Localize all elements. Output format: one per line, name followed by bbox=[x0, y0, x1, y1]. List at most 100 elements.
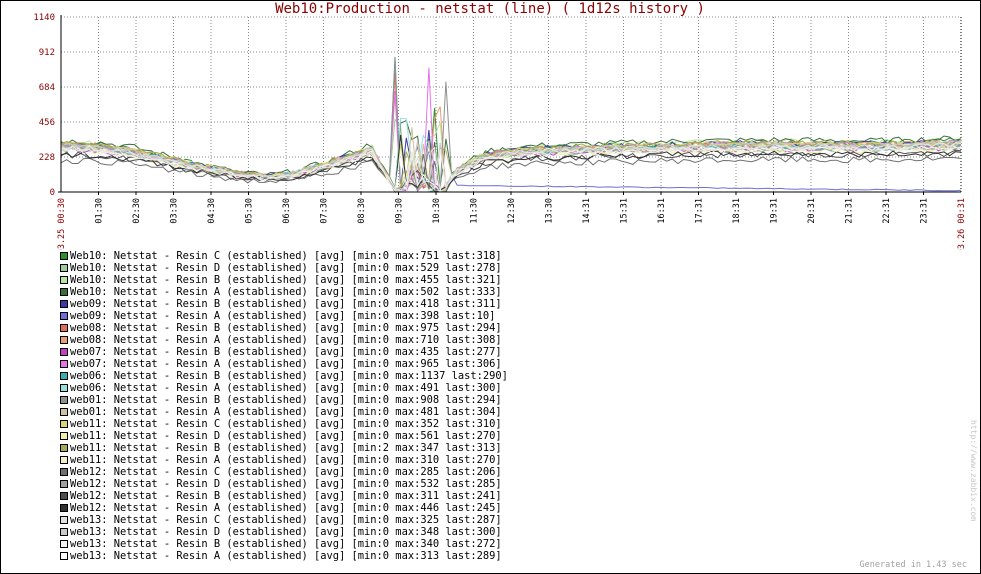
legend-series-name: web13: Netstat - Resin B (established) [… bbox=[70, 538, 346, 550]
legend-swatch bbox=[60, 492, 68, 500]
legend-series-stats: [min:0 max:340 last:272] bbox=[345, 538, 502, 550]
legend-item: web11: Netstat - Resin B (established) [… bbox=[60, 442, 508, 454]
legend-series-name: web07: Netstat - Resin B (established) [… bbox=[70, 346, 346, 358]
legend-series-name: web09: Netstat - Resin B (established) [… bbox=[70, 298, 346, 310]
legend-swatch bbox=[60, 552, 68, 560]
legend-series-name: web13: Netstat - Resin D (established) [… bbox=[70, 526, 346, 538]
legend-series-name: web06: Netstat - Resin B (established) [… bbox=[70, 370, 346, 382]
legend-series-stats: [min:0 max:561 last:270] bbox=[345, 430, 502, 442]
legend-item: web07: Netstat - Resin A (established) [… bbox=[60, 358, 508, 370]
legend-series-name: web11: Netstat - Resin D (established) [… bbox=[70, 430, 346, 442]
x-tick-label: 09:30 bbox=[395, 198, 405, 224]
legend-swatch bbox=[60, 348, 68, 356]
legend-series-stats: [min:0 max:455 last:321] bbox=[345, 274, 502, 286]
legend-series-stats: [min:0 max:435 last:277] bbox=[345, 346, 502, 358]
legend-item: Web10: Netstat - Resin A (established) [… bbox=[60, 286, 508, 298]
legend-series-stats: [min:0 max:491 last:300] bbox=[345, 382, 502, 394]
chart-title: Web10:Production - netstat (line) ( 1d12… bbox=[275, 1, 705, 17]
legend-swatch bbox=[60, 432, 68, 440]
legend-item: web13: Netstat - Resin B (established) [… bbox=[60, 538, 508, 550]
x-tick-label: 18:31 bbox=[732, 198, 742, 224]
legend-series-name: web11: Netstat - Resin B (established) [… bbox=[70, 442, 346, 454]
legend: Web10: Netstat - Resin C (established) [… bbox=[60, 250, 508, 562]
legend-item: Web10: Netstat - Resin C (established) [… bbox=[60, 250, 508, 262]
legend-series-stats: [min:0 max:529 last:278] bbox=[345, 262, 502, 274]
legend-item: web07: Netstat - Resin B (established) [… bbox=[60, 346, 508, 358]
y-axis-ticks: 0 228 456 684 912 1140 bbox=[33, 13, 55, 198]
legend-item: Web10: Netstat - Resin D (established) [… bbox=[60, 262, 508, 274]
legend-series-name: web11: Netstat - Resin A (established) [… bbox=[70, 454, 346, 466]
x-range-label: 03.26 00:31 bbox=[957, 198, 967, 250]
legend-item: web01: Netstat - Resin B (established) [… bbox=[60, 394, 508, 406]
legend-swatch bbox=[60, 336, 68, 344]
x-tick-label: 23:31 bbox=[920, 198, 930, 224]
x-tick-label: 02:30 bbox=[132, 198, 142, 224]
legend-series-name: web13: Netstat - Resin A (established) [… bbox=[70, 550, 346, 562]
x-tick-label: 10:30 bbox=[432, 198, 442, 224]
x-tick-label: 11:30 bbox=[470, 198, 480, 224]
legend-swatch bbox=[60, 384, 68, 392]
legend-series-name: web09: Netstat - Resin A (established) [… bbox=[70, 310, 346, 322]
x-tick-label: 04:30 bbox=[207, 198, 217, 224]
legend-series-name: Web10: Netstat - Resin A (established) [… bbox=[70, 286, 346, 298]
legend-series-stats: [min:0 max:325 last:287] bbox=[345, 514, 502, 526]
legend-swatch bbox=[60, 288, 68, 296]
x-tick-label: 14:31 bbox=[582, 198, 592, 224]
legend-series-name: Web10: Netstat - Resin C (established) [… bbox=[70, 250, 346, 262]
x-tick-label: 08:30 bbox=[357, 198, 367, 224]
legend-series-stats: [min:0 max:965 last:306] bbox=[345, 358, 502, 370]
legend-series-stats: [min:0 max:313 last:289] bbox=[345, 550, 502, 562]
legend-swatch bbox=[60, 360, 68, 368]
legend-series-name: web01: Netstat - Resin B (established) [… bbox=[70, 394, 346, 406]
legend-swatch bbox=[60, 480, 68, 488]
line-chart: Web10:Production - netstat (line) ( 1d12… bbox=[33, 1, 967, 250]
x-tick-label: 01:30 bbox=[95, 198, 105, 224]
legend-series-stats: [min:0 max:348 last:300] bbox=[345, 526, 502, 538]
legend-swatch bbox=[60, 312, 68, 320]
legend-series-stats: [min:0 max:285 last:206] bbox=[345, 466, 502, 478]
legend-series-stats: [min:0 max:418 last:311] bbox=[345, 298, 502, 310]
legend-series-stats: [min:0 max:710 last:308] bbox=[345, 334, 502, 346]
x-tick-label: 15:31 bbox=[620, 198, 630, 224]
x-tick-label: 20:31 bbox=[807, 198, 817, 224]
x-tick-label: 06:30 bbox=[282, 198, 292, 224]
legend-series-stats: [min:0 max:751 last:318] bbox=[345, 250, 502, 262]
legend-item: web06: Netstat - Resin B (established) [… bbox=[60, 370, 508, 382]
x-tick-label: 22:31 bbox=[882, 198, 892, 224]
legend-series-stats: [min:0 max:532 last:285] bbox=[345, 478, 502, 490]
legend-series-stats: [min:0 max:310 last:270] bbox=[345, 454, 502, 466]
legend-series-name: Web12: Netstat - Resin D (established) [… bbox=[70, 478, 346, 490]
legend-swatch bbox=[60, 324, 68, 332]
legend-series-stats: [min:0 max:1137 last:290] bbox=[345, 370, 508, 382]
legend-item: web09: Netstat - Resin B (established) [… bbox=[60, 298, 508, 310]
legend-series-name: Web12: Netstat - Resin C (established) [… bbox=[70, 466, 346, 478]
legend-item: web01: Netstat - Resin A (established) [… bbox=[60, 406, 508, 418]
legend-item: Web12: Netstat - Resin B (established) [… bbox=[60, 490, 508, 502]
x-range-label: 03.25 00:30 bbox=[57, 198, 67, 250]
legend-series-stats: [min:0 max:481 last:304] bbox=[345, 406, 502, 418]
legend-swatch bbox=[60, 372, 68, 380]
legend-series-stats: [min:0 max:311 last:241] bbox=[345, 490, 502, 502]
x-tick-label: 07:30 bbox=[320, 198, 330, 224]
legend-swatch bbox=[60, 420, 68, 428]
y-tick-label: 228 bbox=[39, 153, 55, 163]
legend-swatch bbox=[60, 444, 68, 452]
legend-swatch bbox=[60, 252, 68, 260]
y-tick-label: 912 bbox=[39, 48, 55, 58]
y-tick-label: 1140 bbox=[33, 13, 55, 23]
x-tick-label: 03:30 bbox=[170, 198, 180, 224]
legend-item: web08: Netstat - Resin A (established) [… bbox=[60, 334, 508, 346]
legend-item: web13: Netstat - Resin C (established) [… bbox=[60, 514, 508, 526]
x-tick-label: 12:30 bbox=[507, 198, 517, 224]
legend-item: Web12: Netstat - Resin C (established) [… bbox=[60, 466, 508, 478]
legend-item: web11: Netstat - Resin C (established) [… bbox=[60, 418, 508, 430]
legend-series-stats: [min:0 max:446 last:245] bbox=[345, 502, 502, 514]
legend-series-stats: [min:0 max:398 last:10] bbox=[345, 310, 496, 322]
legend-item: web13: Netstat - Resin D (established) [… bbox=[60, 526, 508, 538]
x-tick-label: 16:31 bbox=[657, 198, 667, 224]
legend-swatch bbox=[60, 468, 68, 476]
legend-item: web09: Netstat - Resin A (established) [… bbox=[60, 310, 508, 322]
legend-series-name: web11: Netstat - Resin C (established) [… bbox=[70, 418, 346, 430]
legend-swatch bbox=[60, 276, 68, 284]
legend-swatch bbox=[60, 396, 68, 404]
